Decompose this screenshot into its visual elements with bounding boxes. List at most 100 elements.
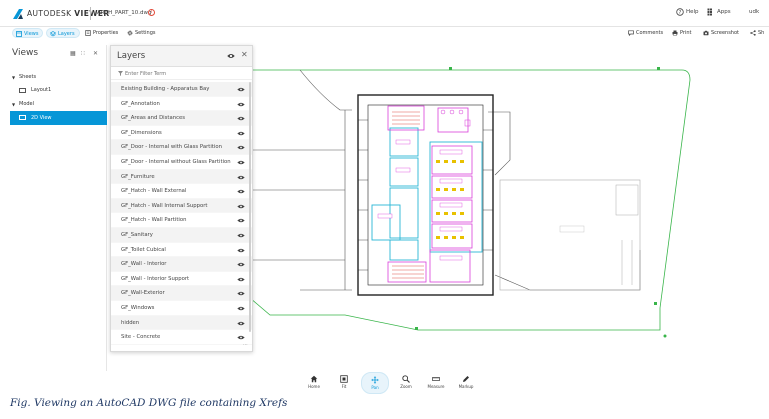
camera-icon <box>703 30 709 36</box>
home-icon <box>310 375 318 383</box>
layer-row[interactable]: GF_Wall-Exterior <box>111 286 252 301</box>
layers-button[interactable]: Layers <box>46 28 80 38</box>
header-divider <box>90 7 91 20</box>
layer-row[interactable]: GF_Hatch - Wall Internal Support <box>111 198 252 214</box>
layer-visibility-eye-icon[interactable] <box>237 335 245 340</box>
layer-filter-input[interactable] <box>125 69 245 78</box>
measure-button[interactable]: Measure <box>424 372 448 394</box>
layer-row[interactable]: GF_Wall - Interior Support <box>111 272 252 287</box>
views-icon <box>16 31 22 37</box>
layer-visibility-eye-icon[interactable] <box>237 277 245 282</box>
layer-visibility-eye-icon[interactable] <box>237 218 245 223</box>
tree-node-2d-view[interactable]: 2D View <box>10 111 107 125</box>
layer-visibility-eye-icon[interactable] <box>237 262 245 267</box>
filter-icon <box>118 71 123 76</box>
layer-visibility-eye-icon[interactable] <box>237 233 245 238</box>
comments-button[interactable]: Comments <box>625 28 663 38</box>
home-button[interactable]: Home <box>302 372 326 394</box>
screenshot-button[interactable]: Screenshot <box>700 28 739 38</box>
layer-row[interactable]: GF_Wall - Interior <box>111 257 252 272</box>
layers-button-label: Layers <box>58 31 75 37</box>
layer-name: GF_Door - Internal with Glass Partition <box>121 144 222 151</box>
tree-node-model[interactable]: ▼ Model <box>10 99 107 110</box>
layer-visibility-eye-icon[interactable] <box>237 87 245 92</box>
share-button[interactable]: Sh <box>747 28 764 38</box>
layer-row[interactable]: GF_Toilet Cubical <box>111 243 252 258</box>
layer-visibility-eye-icon[interactable] <box>237 291 245 296</box>
home-button-label: Home <box>308 384 320 389</box>
layer-visibility-eye-icon[interactable] <box>237 102 245 107</box>
list-view-icon[interactable]: ∷ <box>81 50 85 57</box>
layer-row[interactable]: GF_Door - Internal without Glass Partiti… <box>111 155 252 170</box>
layer-visibility-eye-icon[interactable] <box>237 131 245 136</box>
print-icon <box>672 30 678 36</box>
views-button-label: Views <box>24 31 39 37</box>
layer-visibility-eye-icon[interactable] <box>237 116 245 121</box>
tree-label-sheets: Sheets <box>19 74 37 80</box>
print-button[interactable]: Print <box>669 28 692 38</box>
share-icon <box>750 30 756 36</box>
close-icon[interactable]: ✕ <box>93 50 98 57</box>
pan-icon <box>371 376 379 384</box>
layer-name: GF_Dimensions <box>121 129 162 136</box>
layer-name: GF_Hatch - Wall External <box>121 188 187 195</box>
layers-panel: Layers ✕ Existing Building - Apparatus B… <box>110 45 253 352</box>
user-account[interactable]: udk <box>749 9 759 15</box>
layer-row[interactable]: GF_Hatch - Wall External <box>111 184 252 199</box>
layer-row[interactable]: GF_Furniture <box>111 169 252 185</box>
layer-name: Site - Concrete <box>121 334 161 341</box>
layer-row[interactable]: Existing Building - Apparatus Bay <box>111 82 252 97</box>
layer-visibility-eye-icon[interactable] <box>237 248 245 253</box>
resize-grip-icon[interactable]: ⋯ <box>243 342 248 348</box>
zoom-button[interactable]: Zoom <box>394 372 418 394</box>
measure-button-label: Measure <box>427 384 445 389</box>
layer-name: GF_Wall - Interior Support <box>121 275 190 282</box>
print-button-label: Print <box>680 30 692 36</box>
pan-button[interactable]: Pan <box>361 372 389 394</box>
navigation-toolbar: Home Fit Pan Zoom Measure Markup <box>300 372 480 394</box>
caret-down-icon: ▼ <box>12 75 16 80</box>
layer-row[interactable]: GF_Windows <box>111 301 252 316</box>
help-button[interactable]: Help <box>686 9 699 15</box>
layer-row[interactable]: GF_Sanitary <box>111 227 252 243</box>
layer-visibility-eye-icon[interactable] <box>237 175 245 180</box>
comments-button-label: Comments <box>636 30 664 36</box>
apps-button[interactable]: Apps <box>717 9 731 15</box>
layer-visibility-eye-icon[interactable] <box>237 306 245 311</box>
layer-visibility-eye-icon[interactable] <box>237 189 245 194</box>
layer-row[interactable]: GF_Door - Internal with Glass Partition <box>111 140 252 155</box>
tree-node-sheets[interactable]: ▼ Sheets <box>10 72 107 83</box>
layer-row[interactable]: GF_Annotation <box>111 97 252 112</box>
apps-grid-icon[interactable] <box>707 8 715 16</box>
layer-row[interactable]: hidden <box>111 315 252 331</box>
layer-list-scrollbar[interactable] <box>249 82 251 332</box>
properties-button-label: Properties <box>93 30 119 36</box>
tree-label-2d-view: 2D View <box>31 115 52 121</box>
layer-row[interactable]: GF_Areas and Distances <box>111 111 252 126</box>
svg-text:?: ? <box>679 10 682 16</box>
layer-name: hidden <box>121 319 140 326</box>
sheet-icon <box>19 88 26 93</box>
file-info-icon[interactable]: i <box>148 9 155 16</box>
tree-node-layout1[interactable]: Layout1 <box>10 85 107 96</box>
eye-icon[interactable] <box>227 53 235 59</box>
markup-button[interactable]: Markup <box>454 372 478 394</box>
layer-visibility-eye-icon[interactable] <box>237 204 245 209</box>
layer-row[interactable]: Site - Concrete <box>111 330 252 345</box>
fit-button[interactable]: Fit <box>332 372 356 394</box>
help-icon[interactable]: ? <box>676 8 684 16</box>
fit-button-label: Fit <box>341 384 347 389</box>
settings-button[interactable]: Settings <box>124 28 156 38</box>
grid-view-icon[interactable]: ▦ <box>70 50 76 57</box>
layer-visibility-eye-icon[interactable] <box>237 321 245 326</box>
layer-row[interactable]: GF_Hatch - Wall Partition <box>111 213 252 228</box>
layer-name: GF_Annotation <box>121 100 160 107</box>
close-icon[interactable]: ✕ <box>241 50 248 59</box>
layer-filter <box>111 67 252 80</box>
layer-name: GF_Hatch - Wall Internal Support <box>121 202 208 209</box>
layer-row[interactable]: GF_Dimensions <box>111 126 252 141</box>
properties-button[interactable]: Properties <box>82 28 118 38</box>
layer-visibility-eye-icon[interactable] <box>237 160 245 165</box>
views-button[interactable]: Views <box>12 28 44 38</box>
layer-visibility-eye-icon[interactable] <box>237 145 245 150</box>
